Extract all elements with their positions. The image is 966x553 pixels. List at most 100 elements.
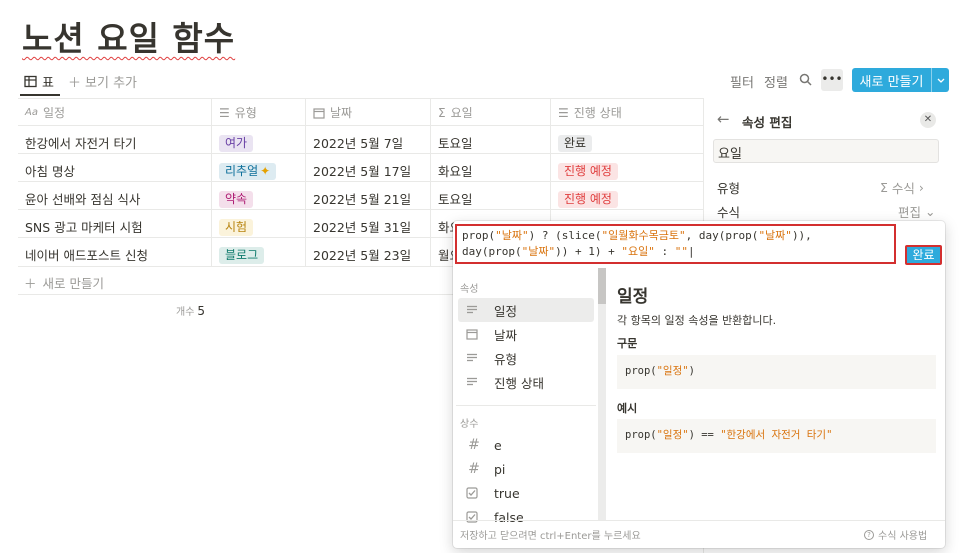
formula-input[interactable]: prop("날짜") ? (slice("일월화수목금토", day(prop(… [455,224,896,264]
row-border [18,181,703,182]
back-arrow-icon[interactable]: ← [717,110,730,128]
chevron-down-icon: ⌄ [925,204,936,219]
row-title[interactable]: 한강에서 자전거 타기 [25,133,136,152]
help-icon: ? [864,529,874,540]
tab-table-view[interactable]: 표 [24,72,54,91]
plus-icon: ＋ [68,76,82,91]
list-item-label: true [494,485,520,501]
formula-label: 수식 [717,205,741,220]
day-cell: 토요일 [438,136,473,151]
row-title[interactable]: SNS 광고 마케터 시험 [25,217,143,236]
doc-description: 각 항목의 일정 속성을 반환합니다. [617,314,777,327]
status-tag[interactable]: 완료 [558,132,593,152]
code-string: "날짜" [495,229,529,242]
section-divider [456,405,596,406]
more-options-button[interactable]: ••• [821,69,843,91]
type-tag[interactable]: 약속 [219,188,254,208]
page-title: 노션 요일 함수 [22,19,236,58]
list-item-label: e [494,437,502,453]
sort-button[interactable]: 정렬 [764,72,788,91]
list-item-날짜[interactable]: 날짜 [458,322,594,346]
column-header-type[interactable]: ☰ 유형 [219,104,257,121]
type-label: 유형 [717,181,741,196]
new-row-button[interactable]: ＋ 새로 만들기 [24,273,104,292]
column-header-date[interactable]: 날짜 [313,104,352,121]
row-title[interactable]: 윤아 선배와 점심 식사 [25,189,140,208]
date-cell[interactable]: 2022년 5월 21일 [313,189,411,208]
list-item-pi[interactable]: # pi [458,457,594,481]
formula-help-link[interactable]: ? 수식 사용법 [864,527,927,542]
date-cell[interactable]: 2022년 5월 23일 [313,245,411,264]
list-scrollbar[interactable] [598,268,606,520]
type-tag[interactable]: 블로그 [219,244,265,264]
text-icon: Aa [25,107,38,118]
list-icon: ☰ [219,105,230,120]
header-label: 요일 [450,106,473,120]
chevron-down-icon[interactable] [931,68,949,92]
column-divider [430,98,431,266]
filter-button[interactable]: 필터 [730,72,754,91]
checkbox-icon [466,487,482,499]
doc-title: 일정 [617,287,649,307]
column-divider [305,98,306,266]
status-tag[interactable]: 진행 예정 [558,188,618,208]
type-selector[interactable]: Σ 수식 › [880,178,924,197]
list-item-label: 진행 상태 [494,375,544,391]
syntax-code: prop("일정") [617,355,936,389]
new-row-label: 새로 만들기 [42,276,104,291]
close-icon[interactable]: ✕ [920,112,936,128]
panel-title: 속성 편집 [742,115,793,130]
date-cell[interactable]: 2022년 5월 31일 [313,217,411,236]
table-top-border [18,98,703,99]
done-button[interactable]: 완료 [905,245,942,265]
code-token: )) + 1) + [555,245,622,258]
formula-edit-button[interactable]: 편집 ⌄ [898,202,936,221]
tab-label: 표 [42,76,54,91]
formula-edit-label: 편집 [898,205,922,220]
column-header-day[interactable]: Σ 요일 [438,104,473,121]
property-name-input[interactable]: 요일 [713,139,939,163]
code-token: : [654,245,675,258]
code-string: "" [674,245,688,258]
column-header-title[interactable]: Aa 일정 [25,104,65,121]
new-button[interactable]: 새로 만들기 [852,68,949,92]
sigma-icon: Σ [438,105,446,120]
list-item-진행-상태[interactable]: 진행 상태 [458,370,594,394]
code-token: ) [688,365,695,377]
row-count[interactable]: 개수 5 [176,303,205,318]
type-value: 수식 [891,181,915,196]
list-item-false[interactable]: false [458,505,594,529]
scrollbar-thumb[interactable] [598,268,606,304]
list-item-유형[interactable]: 유형 [458,346,594,370]
row-title[interactable]: 네이버 애드포스트 신청 [25,245,148,264]
search-icon[interactable] [799,73,812,86]
type-tag[interactable]: 리추얼 ✦ [219,160,277,180]
code-token: ) == [688,429,721,441]
list-item-e[interactable]: # e [458,433,594,457]
row-title[interactable]: 아침 명상 [25,161,75,180]
sigma-icon: Σ [880,180,888,195]
column-header-status[interactable]: ☰ 진행 상태 [558,104,622,121]
add-view-button[interactable]: ＋ 보기 추가 [68,72,137,91]
count-value: 5 [197,304,206,318]
date-cell[interactable]: 2022년 5월 17일 [313,161,411,180]
code-token: )), [791,229,812,242]
list-item-label: 일정 [494,303,518,319]
chevron-right-icon: › [918,180,924,195]
date-cell[interactable]: 2022년 5월 7일 [313,133,403,152]
list-item-일정[interactable]: 일정 [458,298,594,322]
code-token: prop( [462,229,496,242]
sparkle-icon: ✦ [260,164,271,178]
column-divider [211,98,212,266]
type-tag[interactable]: 시험 [219,216,254,236]
code-string: "날짜" [758,229,792,242]
footer-divider [453,520,945,521]
status-tag[interactable]: 진행 예정 [558,160,618,180]
active-tab-indicator [20,94,60,96]
type-tag[interactable]: 여가 [219,132,254,152]
example-code: prop("일정") == "한강에서 자전거 타기" [617,419,936,453]
save-hint: 저장하고 닫으려면 ctrl+Enter를 누르세요 [460,531,641,542]
list-item-true[interactable]: true [458,481,594,505]
list-item-label: 유형 [494,351,518,367]
list-item-label: pi [494,461,506,477]
